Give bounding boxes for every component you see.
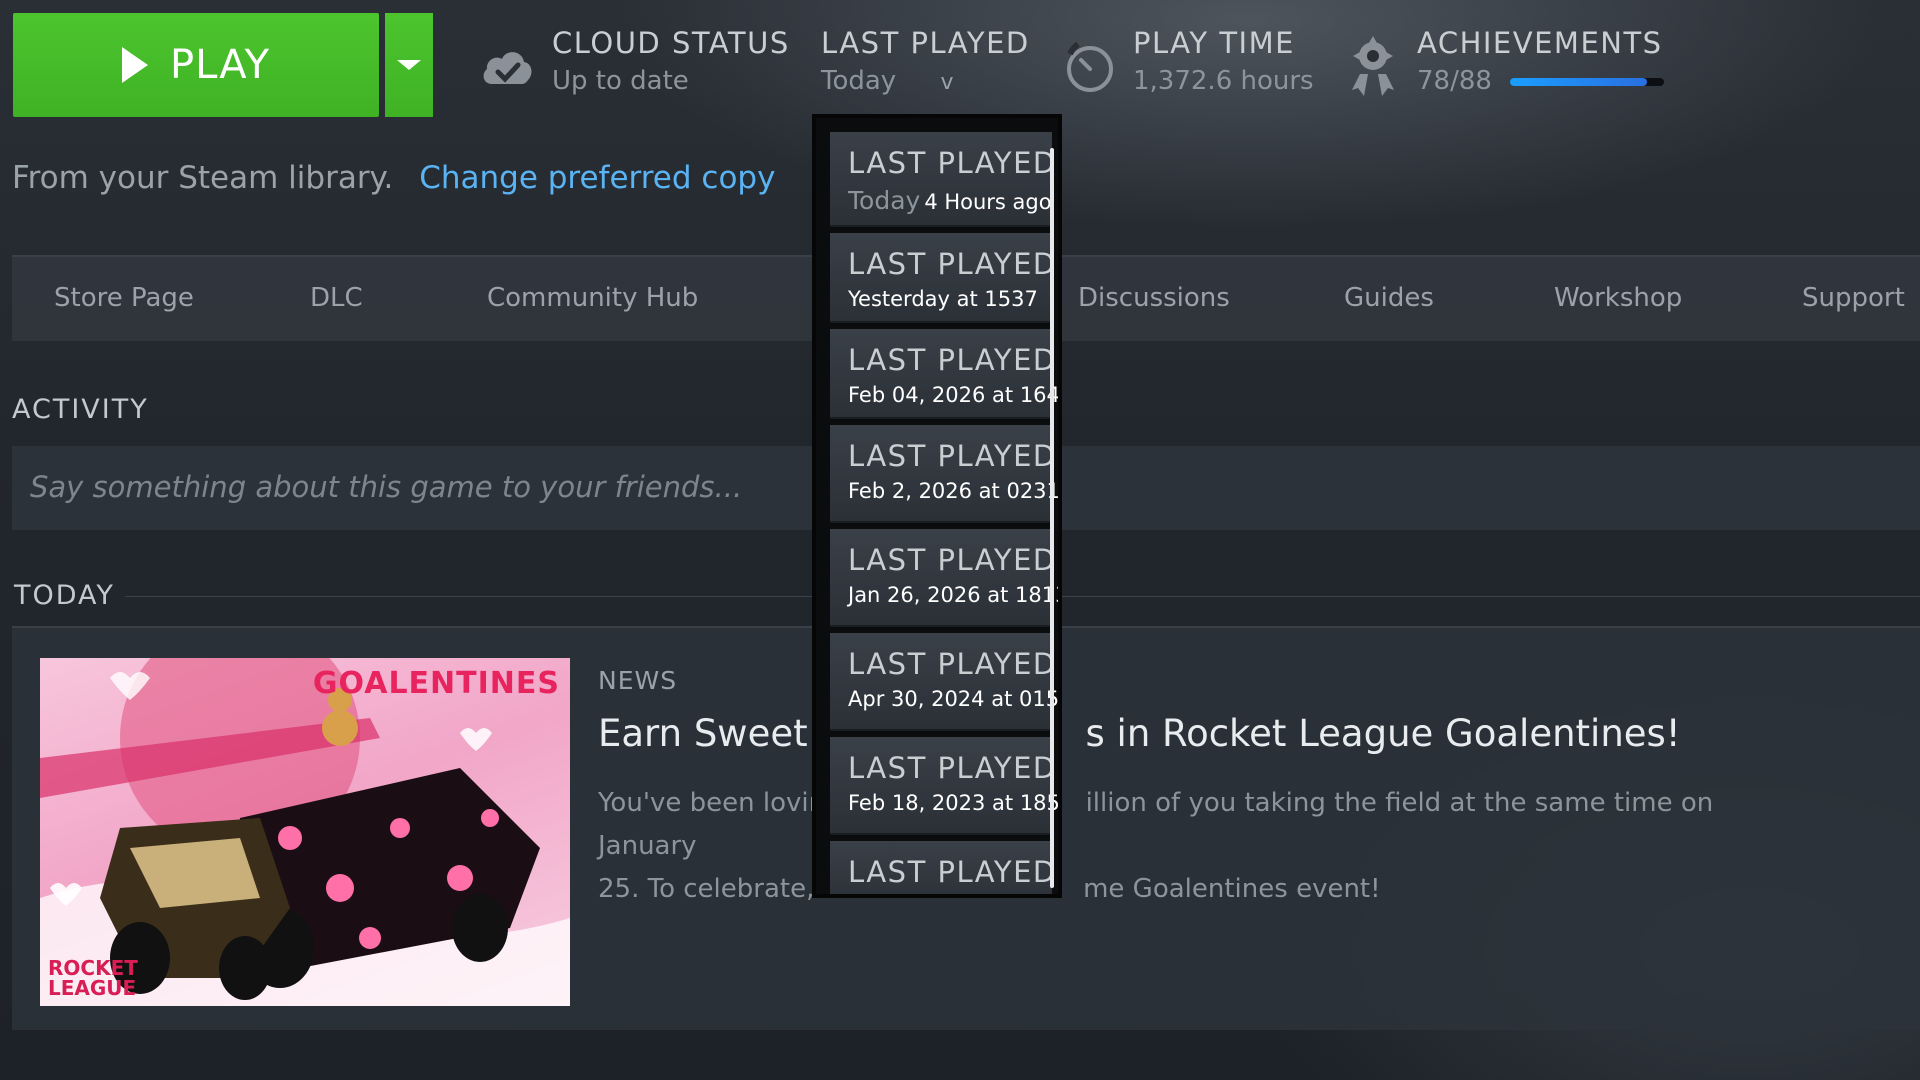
- play-label: PLAY: [169, 42, 270, 88]
- achievements-value: 78/88: [1417, 66, 1665, 96]
- last-played-option-date: Feb 2, 2026 at 0231: [848, 479, 1060, 503]
- achievements-progress-bar: [1510, 77, 1665, 86]
- today-heading: TODAY: [14, 580, 115, 611]
- play-button[interactable]: PLAY: [13, 13, 379, 117]
- achievements-count: 78/88: [1417, 66, 1492, 96]
- clock-icon: [1067, 41, 1113, 92]
- tab-store-page[interactable]: Store Page: [54, 283, 194, 313]
- cloud-status[interactable]: CLOUD STATUS Up to date: [552, 26, 790, 96]
- caret-down-icon: [397, 60, 421, 70]
- play-time-value: 1,372.6 hours: [1133, 66, 1314, 96]
- news-kicker: NEWS: [598, 666, 678, 695]
- play-icon: [121, 47, 148, 83]
- play-controls: PLAY: [13, 13, 433, 117]
- last-played-option-label: LAST PLAYED: [848, 855, 1057, 889]
- last-played-option[interactable]: LAST PLAYED Feb 2, 2026 at 0231: [830, 425, 1060, 523]
- last-played-option-label: LAST PLAYED: [848, 439, 1057, 473]
- cloud-check-icon: [483, 52, 532, 84]
- news-image-art: [40, 658, 570, 1006]
- activity-heading: ACTIVITY: [12, 394, 149, 425]
- last-played-option[interactable]: LAST PLAYED Today 4 Hours ago: [830, 132, 1057, 227]
- tab-discussions[interactable]: Discussions: [1078, 283, 1230, 313]
- last-played-dropdown: LAST PLAYED Today 4 Hours ago LAST PLAYED…: [812, 114, 1062, 898]
- last-played-option-label: LAST PLAYED: [848, 343, 1057, 377]
- last-played-option-date: Jan 26, 2026 at 1813: [848, 583, 1062, 607]
- last-played-value-text: Today: [821, 66, 897, 96]
- last-played-option[interactable]: LAST PLAYED Feb 04, 2026 at 1645: [830, 329, 1062, 419]
- last-played-value: Today v: [821, 66, 1030, 96]
- news-body-1-left: You've been loving: [598, 788, 842, 818]
- last-played-option-day: Today: [848, 186, 921, 215]
- last-played-option[interactable]: LAST PLAYED Yesterday at 1537: [830, 233, 1057, 323]
- last-played-stat[interactable]: LAST PLAYED Today v: [821, 26, 1030, 96]
- rocket-league-logo: ROCKET LEAGUE: [48, 956, 138, 1000]
- library-source-text: From your Steam library.: [12, 160, 394, 196]
- last-played-option-date: Apr 30, 2024 at 0158: [848, 687, 1062, 711]
- last-played-option-time: 4 Hours ago: [924, 190, 1052, 214]
- achievements[interactable]: ACHIEVEMENTS 78/88: [1417, 26, 1665, 96]
- news-title-left: Earn Sweet Ir: [598, 712, 846, 755]
- play-time-label: PLAY TIME: [1133, 26, 1295, 60]
- news-body-2-left: 25. To celebrate, h: [598, 874, 840, 904]
- last-played-option[interactable]: LAST PLAYED: [830, 841, 1057, 894]
- news-body-2-right: me Goalentines event!: [1083, 874, 1381, 904]
- last-played-option-label: LAST PLAYED: [848, 247, 1057, 281]
- news-image-title: GOALENTINES: [312, 666, 560, 701]
- last-played-option-date: Today 4 Hours ago: [848, 186, 1052, 215]
- last-played-option[interactable]: LAST PLAYED Feb 18, 2023 at 1855: [830, 737, 1062, 835]
- play-time: PLAY TIME 1,372.6 hours: [1133, 26, 1314, 96]
- chevron-down-icon[interactable]: v: [940, 70, 953, 95]
- achievement-icon: [1352, 36, 1394, 96]
- cloud-status-value: Up to date: [552, 66, 689, 96]
- news-image[interactable]: GOALENTINES ROCKET LEAGUE: [40, 658, 570, 1006]
- play-options-button[interactable]: [385, 13, 433, 117]
- achievements-progress-fill: [1510, 77, 1647, 86]
- last-played-option-date: Feb 04, 2026 at 1645: [848, 383, 1062, 407]
- cloud-status-label: CLOUD STATUS: [552, 26, 790, 60]
- dropdown-scrollbar[interactable]: [1050, 148, 1054, 888]
- change-preferred-copy-link[interactable]: Change preferred copy: [419, 160, 775, 196]
- achievements-label: ACHIEVEMENTS: [1417, 26, 1663, 60]
- last-played-option-date: Yesterday at 1537: [848, 287, 1038, 311]
- last-played-option-label: LAST PLAYED: [848, 647, 1057, 681]
- last-played-option-label: LAST PLAYED: [848, 543, 1057, 577]
- last-played-option-label: LAST PLAYED: [848, 146, 1057, 180]
- tab-support[interactable]: Support: [1802, 283, 1905, 313]
- tab-dlc[interactable]: DLC: [310, 283, 363, 313]
- news-title[interactable]: Earn Sweet Ir s in Rocket League Goalenti…: [598, 712, 1681, 755]
- library-source: From your Steam library. Change preferre…: [12, 160, 775, 196]
- last-played-option[interactable]: LAST PLAYED Apr 30, 2024 at 0158: [830, 633, 1062, 731]
- news-title-right: s in Rocket League Goalentines!: [1085, 712, 1681, 755]
- last-played-label: LAST PLAYED: [821, 26, 1030, 60]
- tab-workshop[interactable]: Workshop: [1554, 283, 1682, 313]
- tab-community-hub[interactable]: Community Hub: [487, 283, 698, 313]
- news-body: You've been loving illion of you taking t…: [598, 782, 1728, 911]
- tab-guides[interactable]: Guides: [1344, 283, 1434, 313]
- last-played-option-date: Feb 18, 2023 at 1855: [848, 791, 1062, 815]
- last-played-option-label: LAST PLAYED: [848, 751, 1057, 785]
- last-played-option[interactable]: LAST PLAYED Jan 26, 2026 at 1813: [830, 529, 1062, 627]
